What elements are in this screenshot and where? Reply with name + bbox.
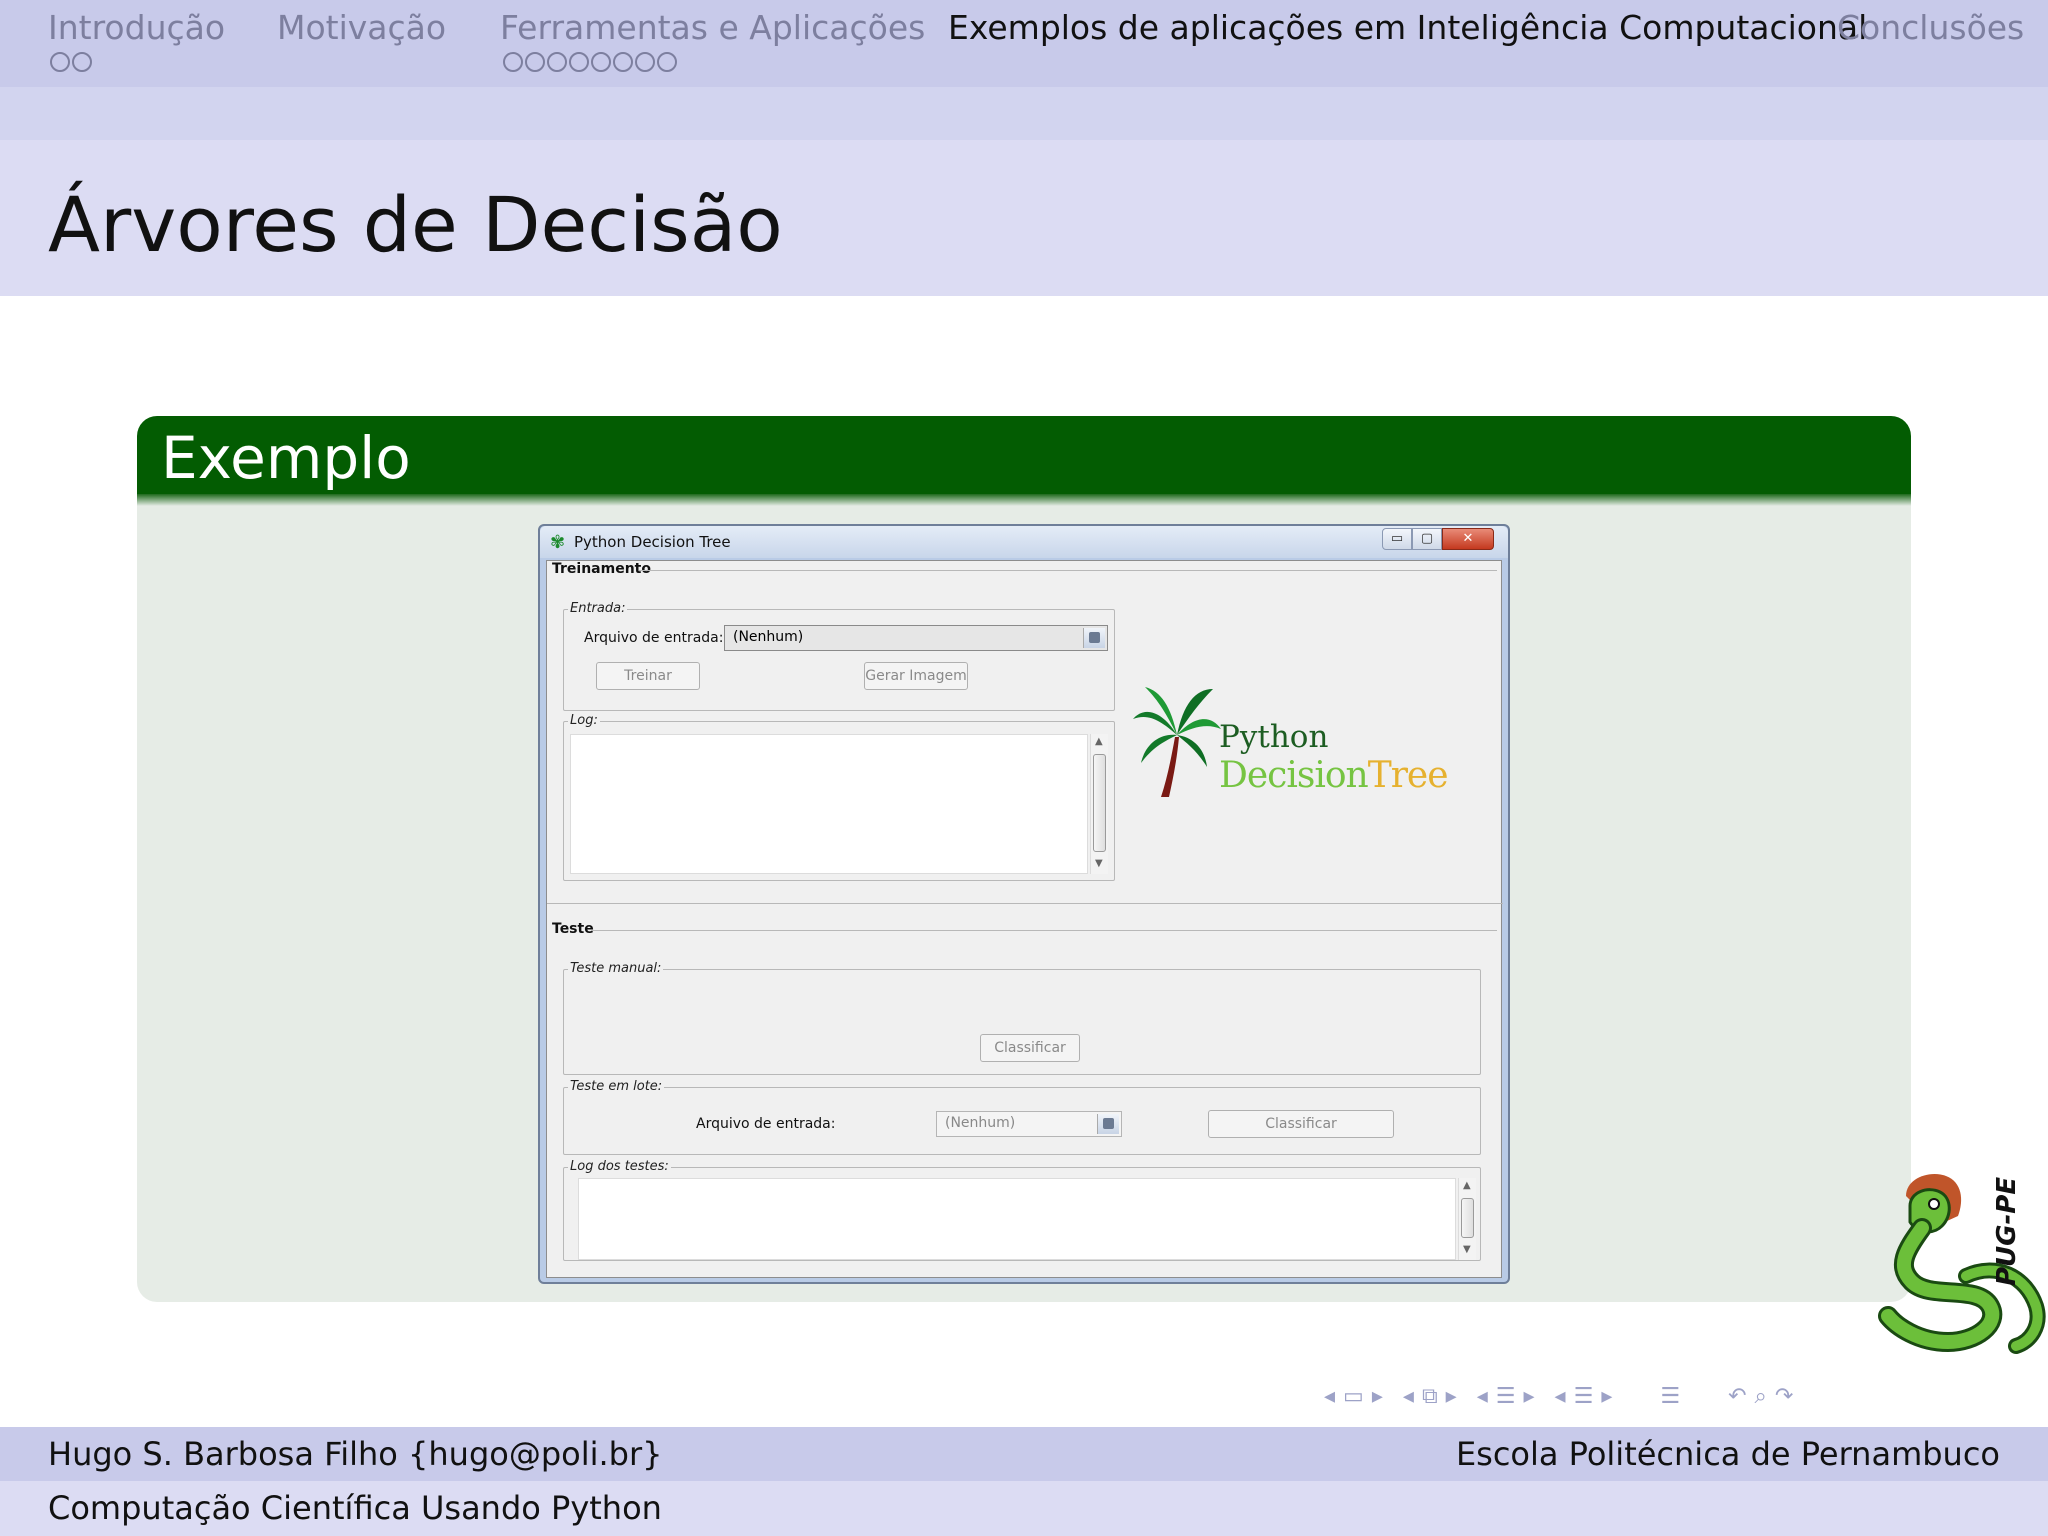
python-decision-tree-window: ✾ Python Decision Tree ▭ ▢ ✕ Treinamento… bbox=[538, 524, 1510, 1284]
palm-tree-logo-icon bbox=[1133, 687, 1221, 797]
logo-python-text: Python bbox=[1219, 719, 1329, 755]
nav-frame-dot[interactable] bbox=[635, 52, 655, 72]
logo-tree-word: Tree bbox=[1367, 755, 1449, 796]
batch-file-field[interactable]: (Nenhum) bbox=[936, 1111, 1122, 1137]
nav-section-ferramentas[interactable]: Ferramentas e Aplicações bbox=[500, 8, 925, 47]
close-button[interactable]: ✕ bbox=[1442, 528, 1494, 550]
train-button[interactable]: Treinar bbox=[596, 662, 700, 690]
section-navigation-bar: Introdução Motivação Ferramentas e Aplic… bbox=[0, 0, 2048, 87]
scroll-down-icon[interactable]: ▼ bbox=[1095, 858, 1103, 869]
footer-title-bar: Computação Científica Usando Python bbox=[0, 1481, 2048, 1536]
palm-tree-icon: ✾ bbox=[550, 532, 566, 553]
nav-frame-dot[interactable] bbox=[591, 52, 611, 72]
document-icon[interactable]: ☰ bbox=[1660, 1384, 1680, 1409]
training-separator bbox=[639, 570, 1497, 571]
prev-slide-icon[interactable]: ◂ bbox=[1324, 1384, 1335, 1409]
footer-talk-title: Computação Científica Usando Python bbox=[48, 1489, 662, 1527]
prev-section-icon[interactable]: ◂ bbox=[1555, 1384, 1566, 1409]
example-block-title: Exemplo bbox=[161, 424, 411, 492]
input-group-label: Entrada: bbox=[568, 601, 628, 616]
nav-frame-dot[interactable] bbox=[569, 52, 589, 72]
subsection-icon[interactable]: ☰ bbox=[1496, 1384, 1516, 1409]
example-block-shadow bbox=[137, 494, 1911, 506]
section-icon[interactable]: ☰ bbox=[1574, 1384, 1594, 1409]
nav-frame-dot[interactable] bbox=[525, 52, 545, 72]
python-decision-tree-logo: Python DecisionTree bbox=[1131, 679, 1451, 809]
nav-dots-ferramentas bbox=[503, 52, 677, 74]
forward-icon[interactable]: ↷ bbox=[1775, 1384, 1793, 1409]
window-title: Python Decision Tree bbox=[574, 533, 731, 551]
input-file-value: (Nenhum) bbox=[733, 629, 804, 645]
footer-institution: Escola Politécnica de Pernambuco bbox=[1455, 1435, 2000, 1473]
maximize-button[interactable]: ▢ bbox=[1412, 528, 1442, 550]
footer-author-bar: Hugo S. Barbosa Filho {hugo@poli.br} Esc… bbox=[0, 1427, 2048, 1481]
open-file-icon[interactable] bbox=[1083, 628, 1105, 648]
nav-frame-dot[interactable] bbox=[657, 52, 677, 72]
nav-frame-dot[interactable] bbox=[72, 52, 92, 72]
scroll-up-icon[interactable]: ▲ bbox=[1463, 1180, 1471, 1191]
nav-dots-introducao bbox=[50, 52, 92, 74]
scroll-thumb[interactable] bbox=[1461, 1198, 1474, 1238]
window-client-area: Treinamento Entrada: Arquivo de entrada:… bbox=[546, 560, 1503, 1278]
next-section-icon[interactable]: ▸ bbox=[1601, 1384, 1612, 1409]
nav-section-exemplos[interactable]: Exemplos de aplicações em Inteligência C… bbox=[948, 8, 1867, 47]
nav-frame-dot[interactable] bbox=[547, 52, 567, 72]
logo-decisiontree-text: DecisionTree bbox=[1219, 755, 1449, 796]
scroll-thumb[interactable] bbox=[1093, 754, 1106, 852]
frame-icon[interactable]: ⧉ bbox=[1422, 1384, 1438, 1409]
training-log-textarea[interactable] bbox=[570, 734, 1088, 874]
next-subsection-icon[interactable]: ▸ bbox=[1523, 1384, 1534, 1409]
manual-test-label: Teste manual: bbox=[568, 961, 664, 976]
next-frame-icon[interactable]: ▸ bbox=[1446, 1384, 1457, 1409]
training-log-label: Log: bbox=[568, 713, 600, 728]
scroll-down-icon[interactable]: ▼ bbox=[1463, 1244, 1471, 1255]
manual-test-group: Teste manual: Classificar bbox=[563, 961, 1481, 1075]
test-section-label: Teste bbox=[552, 921, 594, 937]
slide-icon[interactable]: ▭ bbox=[1343, 1384, 1364, 1409]
input-group: Entrada: Arquivo de entrada: (Nenhum) Tr… bbox=[563, 601, 1115, 711]
logo-decision-word: Decision bbox=[1219, 755, 1369, 796]
test-log-textarea[interactable] bbox=[578, 1178, 1456, 1260]
batch-classify-button[interactable]: Classificar bbox=[1208, 1110, 1394, 1138]
test-separator bbox=[591, 930, 1497, 931]
test-log-scrollbar[interactable]: ▲ ▼ bbox=[1458, 1178, 1476, 1260]
frame-title: Árvores de Decisão bbox=[48, 180, 783, 269]
frame-title-bar: Árvores de Decisão bbox=[0, 140, 2048, 296]
pug-pe-label: PUG-PE bbox=[1992, 1176, 2022, 1286]
batch-file-label: Arquivo de entrada: bbox=[696, 1116, 836, 1132]
minimize-button[interactable]: ▭ bbox=[1382, 528, 1412, 550]
prev-subsection-icon[interactable]: ◂ bbox=[1477, 1384, 1488, 1409]
nav-section-motivacao[interactable]: Motivação bbox=[277, 8, 446, 47]
test-log-label: Log dos testes: bbox=[568, 1159, 671, 1174]
training-log-scrollbar[interactable]: ▲ ▼ bbox=[1090, 734, 1108, 874]
subsection-bar bbox=[0, 87, 2048, 140]
next-slide-icon[interactable]: ▸ bbox=[1372, 1384, 1383, 1409]
beamer-navigation-symbols: ◂ ▭ ▸ ◂ ⧉ ▸ ◂ ☰ ▸ ◂ ☰ ▸ ☰ ↶ ⌕ ↷ bbox=[1324, 1378, 1793, 1414]
back-icon[interactable]: ↶ bbox=[1728, 1384, 1746, 1409]
nav-frame-dot[interactable] bbox=[613, 52, 633, 72]
test-log-group: Log dos testes: ▲ ▼ bbox=[563, 1159, 1481, 1261]
manual-classify-button[interactable]: Classificar bbox=[980, 1034, 1080, 1062]
nav-frame-dot[interactable] bbox=[503, 52, 523, 72]
search-icon[interactable]: ⌕ bbox=[1755, 1384, 1767, 1409]
nav-section-conclusoes[interactable]: Conclusões bbox=[1837, 8, 2024, 47]
test-top-separator bbox=[547, 903, 1503, 904]
scroll-up-icon[interactable]: ▲ bbox=[1095, 736, 1103, 747]
example-block-header: Exemplo bbox=[137, 416, 1911, 500]
nav-section-introducao[interactable]: Introdução bbox=[48, 8, 225, 47]
prev-frame-icon[interactable]: ◂ bbox=[1403, 1384, 1414, 1409]
batch-test-group: Teste em lote: Arquivo de entrada: (Nenh… bbox=[563, 1079, 1481, 1155]
generate-image-button[interactable]: Gerar Imagem bbox=[864, 662, 968, 690]
batch-file-value: (Nenhum) bbox=[945, 1115, 1016, 1131]
input-file-label: Arquivo de entrada: bbox=[584, 630, 724, 646]
training-section-label: Treinamento bbox=[552, 561, 651, 577]
batch-test-label: Teste em lote: bbox=[568, 1079, 665, 1094]
open-batch-file-icon[interactable] bbox=[1097, 1114, 1119, 1134]
input-file-field[interactable]: (Nenhum) bbox=[724, 625, 1108, 651]
nav-frame-dot[interactable] bbox=[50, 52, 70, 72]
training-log-group: Log: ▲ ▼ bbox=[563, 713, 1115, 881]
window-titlebar[interactable]: ✾ Python Decision Tree ▭ ▢ ✕ bbox=[540, 526, 1508, 558]
footer-author: Hugo S. Barbosa Filho {hugo@poli.br} bbox=[48, 1435, 663, 1473]
